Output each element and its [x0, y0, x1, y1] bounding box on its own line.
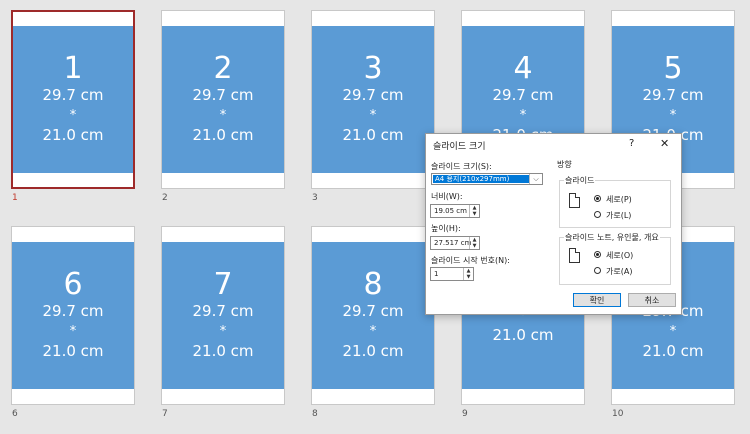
- slide-star-text: *: [669, 108, 677, 123]
- notes-portrait-label[interactable]: 세로(O): [606, 250, 633, 261]
- slide-index-label: 2: [162, 193, 168, 203]
- slide-star-text: *: [219, 324, 227, 339]
- start-number-label: 슬라이드 시작 번호(N):: [431, 256, 510, 265]
- slide-height-text: 29.7 cm: [192, 86, 254, 104]
- start-number-spinner[interactable]: 1 ▲ ▼: [430, 267, 474, 281]
- slide-star-text: *: [69, 108, 77, 123]
- slides-portrait-radio[interactable]: [594, 195, 601, 202]
- slide-number-text: 1: [63, 51, 83, 86]
- height-label: 높이(H):: [431, 224, 461, 233]
- height-value[interactable]: 27.517 cm: [434, 239, 471, 247]
- slide-size-label: 슬라이드 크기(S):: [431, 162, 492, 171]
- slide-width-text: 21.0 cm: [642, 342, 704, 360]
- slide-height-text: 29.7 cm: [492, 86, 554, 104]
- width-spinner[interactable]: 19.05 cm ▲ ▼: [430, 204, 480, 218]
- slide-star-text: *: [369, 324, 377, 339]
- slide-thumbnail[interactable]: 7 29.7 cm * 21.0 cm: [161, 226, 285, 405]
- slide-thumbnail[interactable]: 1 29.7 cm * 21.0 cm: [11, 10, 135, 189]
- slides-landscape-label[interactable]: 가로(L): [606, 210, 631, 221]
- slide-thumbnail[interactable]: 6 29.7 cm * 21.0 cm: [11, 226, 135, 405]
- slide-width-text: 21.0 cm: [42, 126, 104, 144]
- slide-star-text: *: [369, 108, 377, 123]
- notes-portrait-radio[interactable]: [594, 251, 601, 258]
- notes-landscape-radio[interactable]: [594, 267, 601, 274]
- slide-index-label: 6: [12, 409, 18, 419]
- slide-size-dialog: 슬라이드 크기 ? ✕ 슬라이드 크기(S): A4 용지(210x297mm)…: [425, 133, 682, 315]
- slide-content: 8 29.7 cm * 21.0 cm: [312, 242, 434, 389]
- slide-height-text: 29.7 cm: [192, 302, 254, 320]
- slide-number-text: 3: [363, 51, 383, 86]
- slide-width-text: 21.0 cm: [492, 326, 554, 344]
- slide-thumbnail[interactable]: 3 29.7 cm * 21.0 cm: [311, 10, 435, 189]
- slide-number-text: 7: [213, 267, 233, 302]
- slide-width-text: 21.0 cm: [342, 342, 404, 360]
- slide-index-label: 7: [162, 409, 168, 419]
- ok-button[interactable]: 확인: [573, 293, 621, 307]
- spin-down-icon[interactable]: ▼: [470, 243, 479, 249]
- notes-landscape-label[interactable]: 가로(A): [606, 266, 632, 277]
- width-value[interactable]: 19.05 cm: [434, 207, 467, 215]
- slide-star-text: *: [669, 324, 677, 339]
- slide-width-text: 21.0 cm: [192, 342, 254, 360]
- slide-number-text: 8: [363, 267, 383, 302]
- slide-index-label: 1: [12, 193, 18, 203]
- page-icon: [569, 248, 580, 263]
- slide-index-label: 3: [312, 193, 318, 203]
- slide-content: 2 29.7 cm * 21.0 cm: [162, 26, 284, 173]
- slide-width-text: 21.0 cm: [192, 126, 254, 144]
- slide-number-text: 6: [63, 267, 83, 302]
- slide-star-text: *: [519, 108, 527, 123]
- slide-index-label: 9: [462, 409, 468, 419]
- notes-group-label: 슬라이드 노트, 유인물, 개요: [564, 232, 660, 243]
- slide-size-value: A4 용지(210x297mm): [433, 175, 530, 183]
- chevron-down-icon[interactable]: ⌵: [529, 174, 542, 184]
- slide-number-text: 5: [663, 51, 683, 86]
- slide-height-text: 29.7 cm: [342, 302, 404, 320]
- page-icon: [569, 193, 580, 208]
- width-label: 너비(W):: [431, 192, 463, 201]
- slides-portrait-label[interactable]: 세로(P): [606, 194, 632, 205]
- slide-index-label: 8: [312, 409, 318, 419]
- slide-number-text: 2: [213, 51, 233, 86]
- slide-height-text: 29.7 cm: [42, 86, 104, 104]
- slide-height-text: 29.7 cm: [42, 302, 104, 320]
- height-spinner[interactable]: 27.517 cm ▲ ▼: [430, 236, 480, 250]
- help-button[interactable]: ?: [629, 138, 634, 149]
- slide-index-label: 10: [612, 409, 624, 419]
- spin-down-icon[interactable]: ▼: [470, 211, 479, 217]
- start-number-value[interactable]: 1: [434, 270, 438, 278]
- cancel-button[interactable]: 취소: [628, 293, 676, 307]
- slide-content: 6 29.7 cm * 21.0 cm: [12, 242, 134, 389]
- slide-content: 7 29.7 cm * 21.0 cm: [162, 242, 284, 389]
- slide-star-text: *: [69, 324, 77, 339]
- close-icon[interactable]: ✕: [660, 137, 669, 150]
- slides-landscape-radio[interactable]: [594, 211, 601, 218]
- slide-content: 3 29.7 cm * 21.0 cm: [312, 26, 434, 173]
- slide-size-dropdown[interactable]: A4 용지(210x297mm) ⌵: [431, 173, 543, 185]
- slide-star-text: *: [219, 108, 227, 123]
- slide-width-text: 21.0 cm: [342, 126, 404, 144]
- slide-height-text: 29.7 cm: [642, 86, 704, 104]
- orientation-label: 방향: [557, 160, 572, 169]
- slide-width-text: 21.0 cm: [42, 342, 104, 360]
- slide-number-text: 4: [513, 51, 533, 86]
- slides-group-label: 슬라이드: [564, 175, 596, 186]
- dialog-title: 슬라이드 크기: [433, 142, 486, 152]
- slide-height-text: 29.7 cm: [342, 86, 404, 104]
- slide-thumbnail[interactable]: 8 29.7 cm * 21.0 cm: [311, 226, 435, 405]
- slide-thumbnail[interactable]: 2 29.7 cm * 21.0 cm: [161, 10, 285, 189]
- spin-down-icon[interactable]: ▼: [464, 274, 473, 280]
- slide-content: 1 29.7 cm * 21.0 cm: [13, 26, 133, 173]
